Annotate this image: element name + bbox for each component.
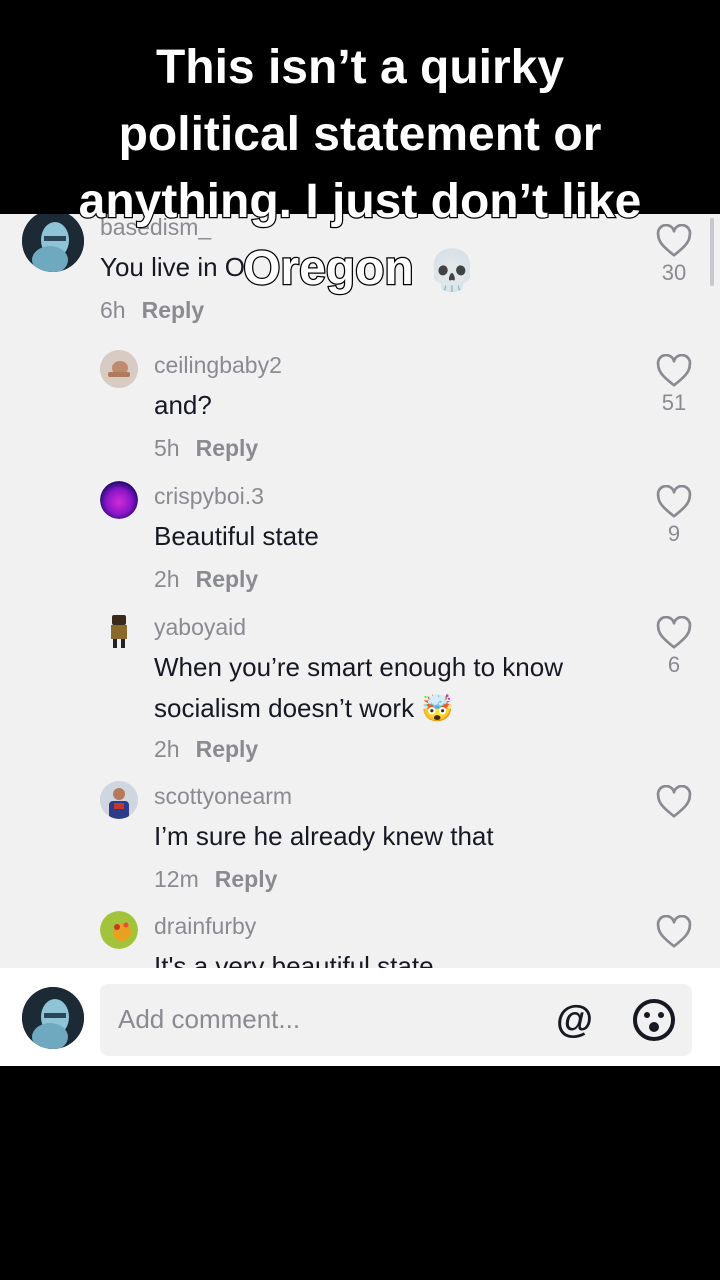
add-comment-bar: Add comment... @	[0, 968, 720, 1066]
baby-avatar-icon	[100, 350, 138, 388]
comment-time: 12m	[154, 866, 199, 892]
comment-text: Beautiful state	[154, 521, 319, 551]
person-avatar-icon	[100, 781, 138, 819]
like-count: 9	[667, 521, 681, 546]
comment-username[interactable]: ceilingbaby2	[154, 352, 282, 379]
comment-item: ceilingbaby2 and? 5h Reply 51	[0, 344, 720, 464]
heart-icon	[656, 354, 692, 387]
heart-icon	[656, 785, 692, 818]
reply-button[interactable]: Reply	[196, 435, 259, 461]
purple-avatar-icon	[100, 481, 138, 519]
like-button[interactable]	[654, 915, 694, 949]
avatar[interactable]	[100, 911, 138, 949]
comment-meta: 2h Reply	[154, 566, 258, 593]
mind-blown-emoji: 🤯	[421, 694, 454, 724]
caption-line-3: anything. I just don’t like	[77, 174, 642, 230]
caption-line-2: political statement or	[118, 108, 602, 161]
caption-line-4: Oregon 💀	[0, 235, 720, 305]
like-button[interactable]: 9	[654, 485, 694, 547]
caption-oregon: Oregon	[242, 241, 415, 297]
comment-meta: 2h Reply	[154, 736, 258, 763]
video-caption: This isn’t a quirky political statement …	[0, 34, 720, 305]
avatar[interactable]	[100, 481, 138, 519]
comment-text-line2: socialism doesn’t work 🤯	[154, 688, 454, 730]
avatar[interactable]	[100, 612, 138, 650]
comment-text-part: socialism doesn’t work	[154, 693, 415, 723]
emoji-button[interactable]	[632, 998, 676, 1047]
my-avatar[interactable]	[22, 987, 84, 1049]
like-count: 6	[667, 652, 681, 677]
comment-meta: 5h Reply	[154, 435, 258, 462]
comment-item: crispyboi.3 Beautiful state 2h Reply 9	[0, 475, 720, 595]
like-button[interactable]: 6	[654, 616, 694, 678]
reply-button[interactable]: Reply	[196, 736, 259, 762]
furby-avatar-icon	[100, 911, 138, 949]
comment-item: scottyonearm I’m sure he already knew th…	[0, 775, 720, 895]
comment-username[interactable]: scottyonearm	[154, 783, 292, 810]
blue-figure-avatar-icon	[22, 987, 84, 1049]
comment-username[interactable]: yaboyaid	[154, 614, 246, 641]
comment-time: 2h	[154, 566, 180, 592]
avatar[interactable]	[100, 350, 138, 388]
comments-panel[interactable]: basedism_ You live in Or 6h Reply 30 ceil…	[0, 214, 720, 1066]
comment-meta: 12m Reply	[154, 866, 277, 893]
figure-avatar-icon	[100, 612, 138, 650]
like-button[interactable]: 51	[654, 354, 694, 416]
reply-button[interactable]: Reply	[215, 866, 278, 892]
comment-time: 5h	[154, 435, 180, 461]
comment-text: It's a very beautiful state	[154, 951, 434, 968]
heart-icon	[656, 485, 692, 518]
comment-text: When you’re smart enough to know	[154, 652, 563, 682]
heart-icon	[656, 616, 692, 649]
comment-item: yaboyaid When you’re smart enough to kno…	[0, 606, 720, 766]
comment-username[interactable]: crispyboi.3	[154, 483, 264, 510]
caption-line-1: This isn’t a quirky	[155, 41, 565, 94]
add-comment-placeholder: Add comment...	[118, 1004, 301, 1034]
mention-button[interactable]: @	[556, 1000, 593, 1040]
skull-emoji: 💀	[427, 248, 477, 294]
reply-button[interactable]: Reply	[196, 566, 259, 592]
avatar[interactable]	[100, 781, 138, 819]
comment-username[interactable]: drainfurby	[154, 913, 256, 940]
smiley-icon	[633, 999, 675, 1041]
comment-text: and?	[154, 390, 212, 420]
comment-text: I’m sure he already knew that	[154, 821, 494, 851]
comment-time: 2h	[154, 736, 180, 762]
add-comment-input[interactable]: Add comment... @	[100, 984, 692, 1056]
like-count: 51	[661, 390, 687, 415]
like-button[interactable]	[654, 785, 694, 819]
comment-item: drainfurby It's a very beautiful state	[0, 905, 720, 968]
heart-icon	[656, 915, 692, 948]
